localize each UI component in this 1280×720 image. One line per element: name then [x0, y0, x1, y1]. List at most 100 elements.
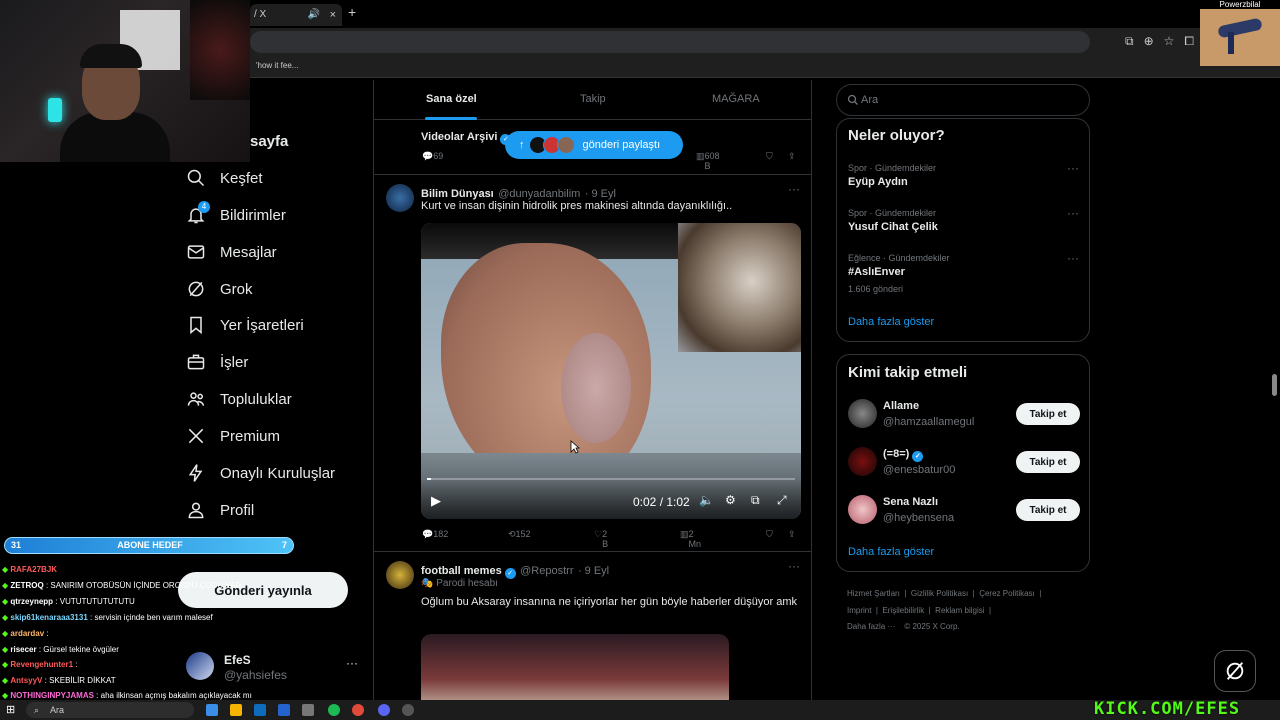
- suggest-name[interactable]: Allame: [883, 400, 919, 412]
- views-count[interactable]: ▥ 2 Mn: [680, 529, 701, 549]
- more-icon[interactable]: ···: [1067, 251, 1079, 265]
- avatar[interactable]: [848, 495, 877, 524]
- chrome-icon[interactable]: [352, 704, 364, 716]
- views-count[interactable]: ▥ 608 B: [696, 151, 720, 171]
- pip-icon[interactable]: ⧉: [751, 493, 760, 508]
- footer-more[interactable]: Daha fazla ···: [847, 622, 895, 631]
- share-icon[interactable]: ⇪: [788, 151, 796, 162]
- chat-username[interactable]: qtrzeynepp: [10, 597, 53, 606]
- footer-link[interactable]: Imprint: [847, 606, 871, 615]
- windows-icon[interactable]: ⊞: [6, 703, 15, 716]
- settings-icon[interactable]: ⚙: [725, 493, 736, 507]
- bookmark-icon[interactable]: ⛉: [766, 151, 773, 162]
- bookmark-item[interactable]: 'how it fee...: [256, 61, 298, 70]
- chat-username[interactable]: ardardav: [10, 629, 44, 638]
- footer-link[interactable]: Reklam bilgisi: [935, 606, 984, 615]
- nav-verified-orgs[interactable]: Onaylı Kuruluşlar: [186, 460, 335, 486]
- outlook-icon[interactable]: [278, 704, 290, 716]
- video-progress[interactable]: [427, 478, 795, 480]
- avatar[interactable]: [848, 447, 877, 476]
- trend-item[interactable]: Yusuf Cihat Çelik: [848, 221, 938, 233]
- chat-username[interactable]: skip61kenaraaa3131: [10, 613, 87, 622]
- who-show-more[interactable]: Daha fazla göster: [848, 546, 934, 558]
- suggest-name[interactable]: (=8=) ✓: [883, 448, 924, 462]
- tab-following[interactable]: Takip: [580, 93, 606, 105]
- more-icon[interactable]: ···: [1067, 206, 1079, 220]
- more-icon[interactable]: ···: [346, 656, 358, 670]
- store-icon[interactable]: [254, 704, 266, 716]
- nav-communities[interactable]: Topluluklar: [186, 386, 292, 412]
- discord-icon[interactable]: [378, 704, 390, 716]
- more-icon[interactable]: ···: [1067, 161, 1079, 175]
- tweet-handle[interactable]: @Repostrr: [520, 565, 573, 577]
- chat-username[interactable]: RAFA27BJK: [10, 565, 57, 574]
- scrollbar-thumb[interactable]: [1272, 374, 1277, 396]
- tab-for-you[interactable]: Sana özel: [426, 93, 477, 105]
- nav-premium[interactable]: Premium: [186, 423, 280, 449]
- footer-link[interactable]: Çerez Politikası: [979, 589, 1035, 598]
- nav-grok[interactable]: Grok: [186, 276, 253, 302]
- tab-magara[interactable]: MAĞARA: [712, 93, 760, 105]
- grok-button[interactable]: [1214, 650, 1256, 692]
- share-icon[interactable]: ⇪: [788, 529, 796, 540]
- tweet-date[interactable]: · 9 Eyl: [578, 565, 609, 577]
- browser-tab[interactable]: / X 🔊 ×: [250, 4, 342, 26]
- chat-username[interactable]: Revengehunter1: [10, 660, 73, 669]
- avatar[interactable]: [848, 399, 877, 428]
- post-button[interactable]: Gönderi yayınla: [178, 572, 348, 608]
- nav-profile[interactable]: Profil: [186, 497, 254, 523]
- nav-jobs[interactable]: İşler: [186, 349, 248, 375]
- star-icon[interactable]: ☆: [1164, 34, 1175, 49]
- nav-bookmarks[interactable]: Yer İşaretleri: [186, 312, 304, 338]
- taskbar-search[interactable]: ⌕ Ara: [26, 702, 194, 718]
- extensions-icon[interactable]: ⧠: [1184, 34, 1194, 49]
- suggest-name[interactable]: Sena Nazlı: [883, 496, 938, 508]
- reply-button[interactable]: 💬 182: [422, 529, 448, 540]
- cast-icon[interactable]: ⧉: [1125, 34, 1134, 49]
- account-switcher[interactable]: EfeS @yahsiefes ···: [186, 650, 366, 684]
- trends-show-more[interactable]: Daha fazla göster: [848, 316, 934, 328]
- tweet-author[interactable]: Videolar Arşivi: [421, 131, 497, 143]
- volume-icon[interactable]: 🔈: [699, 493, 714, 507]
- reply-button[interactable]: 💬 69: [422, 151, 443, 162]
- footer-link[interactable]: Gizlilik Politikası: [911, 589, 968, 598]
- app-icon[interactable]: [230, 704, 242, 716]
- app-icon[interactable]: [402, 704, 414, 716]
- more-icon[interactable]: ···: [788, 182, 800, 196]
- like-button[interactable]: ♡ 2 B: [594, 529, 608, 549]
- zoom-icon[interactable]: ⊕: [1144, 34, 1154, 49]
- new-tab-button[interactable]: +: [348, 4, 356, 20]
- play-icon[interactable]: ▶: [431, 493, 441, 509]
- tab-close-icon[interactable]: ×: [330, 4, 336, 26]
- spotify-icon[interactable]: [328, 704, 340, 716]
- repost-button[interactable]: ⟲ 152: [508, 529, 531, 540]
- fullscreen-icon[interactable]: ⤢: [777, 493, 787, 508]
- footer-link[interactable]: Hizmet Şartları: [847, 589, 900, 598]
- chat-username[interactable]: NOTHINGINPYJAMAS: [10, 691, 94, 700]
- search-box[interactable]: Ara: [836, 84, 1090, 116]
- follow-button[interactable]: Takip et: [1016, 499, 1080, 521]
- video-player[interactable]: ▶ 0:02 / 1:02 🔈 ⚙ ⧉ ⤢: [421, 223, 801, 519]
- edge-icon[interactable]: [206, 704, 218, 716]
- avatar[interactable]: [386, 184, 414, 212]
- nav-notifications[interactable]: 4 Bildirimler: [186, 201, 286, 228]
- bookmark-icon[interactable]: ⛉: [766, 529, 773, 540]
- trend-item[interactable]: Eyüp Aydın: [848, 176, 908, 188]
- chat-username[interactable]: ZETROQ: [10, 581, 43, 590]
- chat-username[interactable]: AntsyyV: [10, 676, 42, 685]
- nav-home[interactable]: sayfa: [250, 128, 288, 154]
- avatar[interactable]: [386, 561, 414, 589]
- new-posts-pill[interactable]: ↑ gönderi paylaştı: [505, 131, 683, 159]
- app-icon[interactable]: [302, 704, 314, 716]
- follow-button[interactable]: Takip et: [1016, 451, 1080, 473]
- nav-explore[interactable]: Keşfet: [186, 165, 263, 191]
- url-input[interactable]: [250, 31, 1090, 53]
- speaker-icon[interactable]: 🔊: [308, 4, 320, 26]
- tweet-author[interactable]: football memes: [421, 565, 502, 577]
- footer-link[interactable]: Erişilebilirlik: [882, 606, 924, 615]
- chat-username[interactable]: risecer: [10, 645, 36, 654]
- more-icon[interactable]: ···: [788, 559, 800, 573]
- nav-messages[interactable]: Mesajlar: [186, 239, 277, 265]
- trend-item[interactable]: #AslıEnver: [848, 266, 905, 278]
- follow-button[interactable]: Takip et: [1016, 403, 1080, 425]
